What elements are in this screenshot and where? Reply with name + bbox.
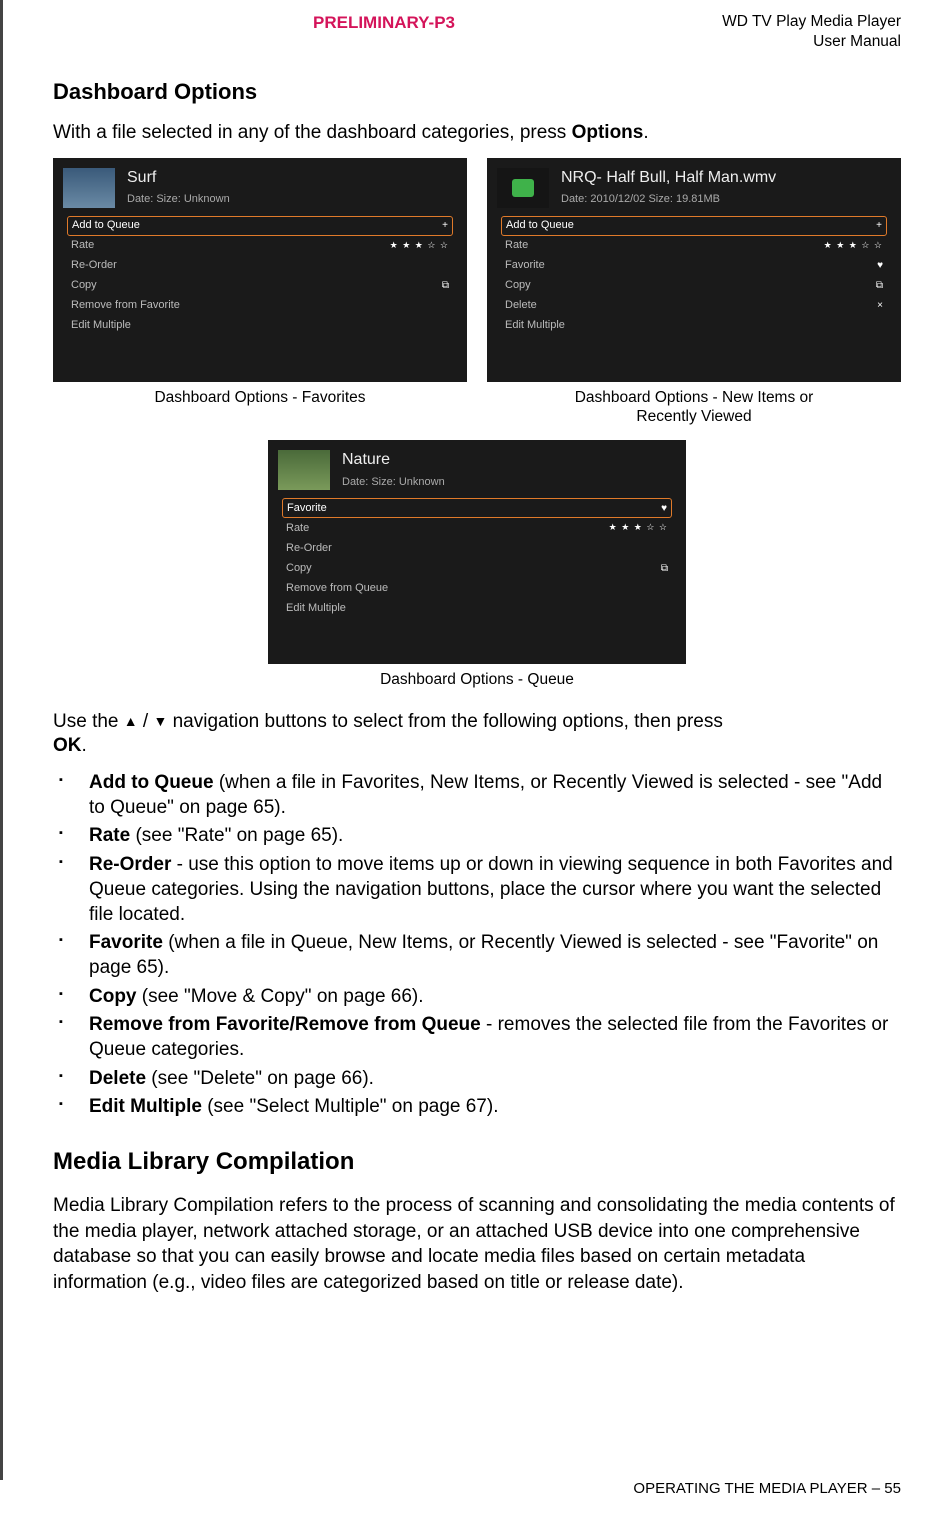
preliminary-stamp: PRELIMINARY-P3 (313, 12, 455, 34)
menu-item-edit-multiple: Edit Multiple (67, 316, 453, 336)
thumbnail-icon (278, 450, 330, 490)
navigation-note: Use the ▲ / ▼ navigation buttons to sele… (53, 710, 901, 759)
body-text: Media Library Compilation refers to the … (53, 1193, 901, 1296)
menu-item-favorite: Favorite♥ (282, 498, 672, 518)
copy-icon: ⧉ (442, 279, 449, 292)
close-icon: × (877, 299, 883, 312)
section-heading: Media Library Compilation (53, 1146, 901, 1177)
menu-item-add-to-queue: Add to Queue+ (501, 216, 887, 236)
menu-item-rate: Rate★ ★ ★ ☆ ☆ (501, 236, 887, 256)
menu-item-copy: Copy⧉ (67, 276, 453, 296)
product-title: WD TV Play Media Player User Manual (722, 12, 901, 52)
copy-icon: ⧉ (876, 279, 883, 292)
list-item: Re-Order - use this option to move items… (53, 853, 901, 927)
page-footer: OPERATING THE MEDIA PLAYER – 55 (633, 1479, 901, 1499)
screenshot-queue: Nature Date: Size: Unknown Favorite♥ Rat… (268, 440, 686, 664)
menu-item-rate: Rate★ ★ ★ ☆ ☆ (67, 236, 453, 256)
list-item: Copy (see "Move & Copy" on page 66). (53, 985, 901, 1010)
menu-item-reorder: Re-Order (282, 538, 672, 558)
heart-icon: ♥ (877, 259, 883, 272)
menu-item-rate: Rate★ ★ ★ ☆ ☆ (282, 518, 672, 538)
list-item: Delete (see "Delete" on page 66). (53, 1067, 901, 1092)
menu-item-reorder: Re-Order (67, 256, 453, 276)
copy-icon: ⧉ (661, 562, 668, 575)
menu-item-remove: Remove from Queue (282, 578, 672, 598)
list-item: Edit Multiple (see "Select Multiple" on … (53, 1095, 901, 1120)
section-heading: Dashboard Options (53, 78, 901, 107)
menu-item-favorite: Favorite♥ (501, 256, 887, 276)
list-item: Favorite (when a file in Queue, New Item… (53, 931, 901, 980)
menu-item-edit-multiple: Edit Multiple (282, 598, 672, 618)
heart-icon: ♥ (661, 502, 667, 515)
list-item: Remove from Favorite/Remove from Queue -… (53, 1013, 901, 1062)
screenshot-caption: Dashboard Options - Favorites (53, 388, 467, 407)
screenshot-new-items: NRQ- Half Bull, Half Man.wmv Date: 2010/… (487, 158, 901, 382)
video-icon (497, 168, 549, 208)
options-list: Add to Queue (when a file in Favorites, … (53, 771, 901, 1120)
screenshot-caption: Dashboard Options - Queue (268, 670, 686, 689)
plus-icon: + (876, 219, 882, 232)
plus-icon: + (442, 219, 448, 232)
menu-item-remove: Remove from Favorite (67, 296, 453, 316)
screenshot-favorites: Surf Date: Size: Unknown Add to Queue+ R… (53, 158, 467, 382)
page-header: PRELIMINARY-P3 WD TV Play Media Player U… (53, 12, 901, 52)
screenshot-caption: Dashboard Options - New Items orRecently… (487, 388, 901, 427)
down-arrow-icon: ▼ (153, 712, 167, 730)
menu-item-delete: Delete× (501, 296, 887, 316)
thumbnail-icon (63, 168, 115, 208)
menu-item-copy: Copy⧉ (501, 276, 887, 296)
menu-item-edit-multiple: Edit Multiple (501, 316, 887, 336)
menu-item-copy: Copy⧉ (282, 558, 672, 578)
intro-text: With a file selected in any of the dashb… (53, 121, 901, 146)
list-item: Add to Queue (when a file in Favorites, … (53, 771, 901, 820)
list-item: Rate (see "Rate" on page 65). (53, 824, 901, 849)
up-arrow-icon: ▲ (124, 712, 138, 730)
menu-item-add-to-queue: Add to Queue+ (67, 216, 453, 236)
